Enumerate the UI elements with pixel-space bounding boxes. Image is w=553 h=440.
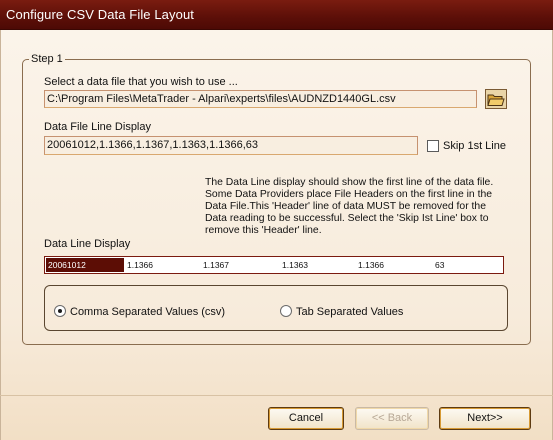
data-cell: 1.1366 [127, 260, 153, 270]
next-button[interactable]: Next>> [439, 407, 531, 430]
data-cell: 1.1363 [282, 260, 308, 270]
info-line: Some Data Providers place File Headers o… [205, 189, 493, 200]
skip-first-line-checkbox[interactable] [427, 140, 439, 152]
data-cell: 1.1366 [358, 260, 384, 270]
radio-selected-dot [58, 309, 62, 313]
line-display-field[interactable]: 20061012,1.1366,1.1367,1.1363,1.1366,63 [44, 136, 418, 155]
info-line: Data reading to be successful. Select th… [205, 213, 489, 224]
info-line: The Data Line display should show the fi… [205, 177, 494, 188]
data-line-display: 20061012 1.1366 1.1367 1.1363 1.1366 63 [44, 256, 504, 274]
data-cell: 63 [435, 260, 445, 270]
cancel-button[interactable]: Cancel [268, 407, 344, 430]
info-text: The Data Line display should show the fi… [205, 177, 510, 237]
csv-radio-label[interactable]: Comma Separated Values (csv) [70, 306, 225, 318]
skip-first-line-label[interactable]: Skip 1st Line [443, 140, 506, 152]
back-button[interactable]: << Back [355, 407, 429, 430]
data-line-label: Data Line Display [44, 238, 131, 250]
tab-radio-label[interactable]: Tab Separated Values [296, 306, 403, 318]
select-file-label: Select a data file that you wish to use … [44, 76, 238, 88]
info-line: remove this 'Header' line. [205, 225, 322, 236]
footer-divider [0, 395, 553, 396]
data-cell: 1.1367 [203, 260, 229, 270]
browse-folder-button[interactable] [485, 89, 507, 109]
file-path-field[interactable]: C:\Program Files\MetaTrader - Alpari\exp… [44, 90, 477, 108]
csv-radio[interactable] [54, 305, 66, 317]
data-cell: 20061012 [46, 258, 124, 272]
tab-radio[interactable] [280, 305, 292, 317]
folder-open-icon [487, 94, 505, 106]
info-line: Data File.This 'Header' line of data MUS… [205, 201, 486, 212]
line-display-label: Data File Line Display [44, 121, 151, 133]
title-bar: Configure CSV Data File Layout [0, 0, 553, 30]
window-title: Configure CSV Data File Layout [6, 7, 194, 22]
step-legend: Step 1 [29, 53, 65, 65]
